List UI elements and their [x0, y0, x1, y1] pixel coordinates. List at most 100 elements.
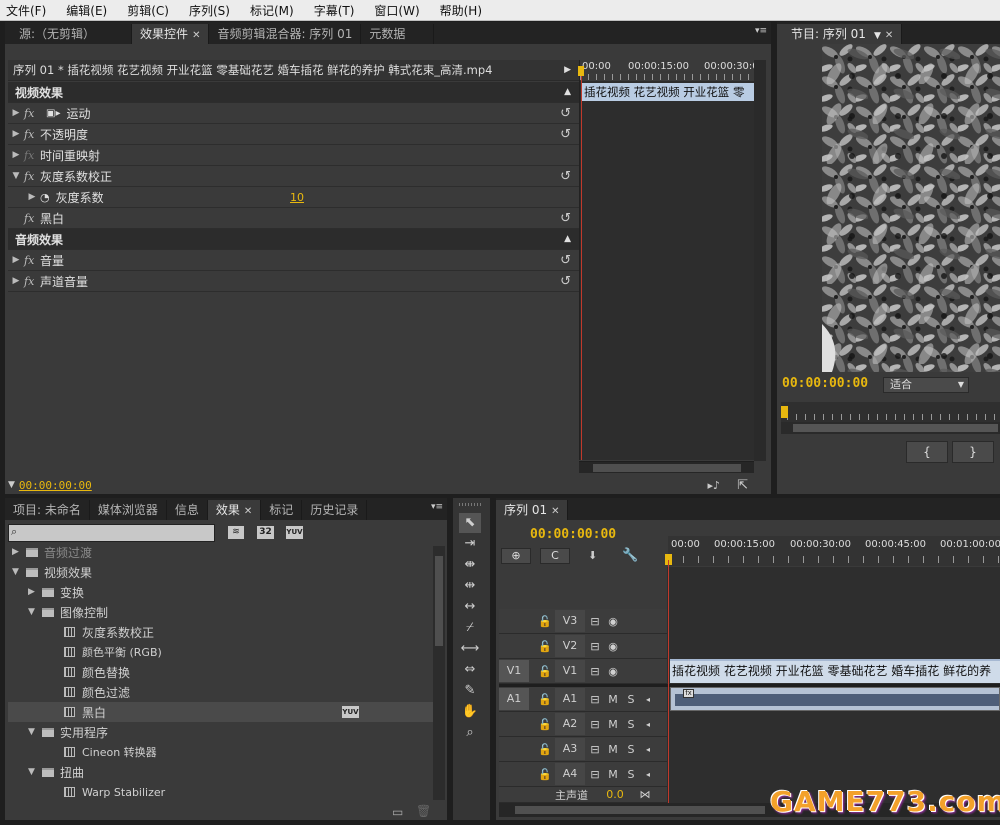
- track-header-master[interactable]: 主声道 0.0 ⋈: [499, 787, 667, 803]
- collapse-icon[interactable]: ▲: [564, 234, 571, 244]
- tree-folder[interactable]: ▼ 视频效果: [8, 562, 433, 582]
- ec-vscroll[interactable]: [754, 60, 766, 461]
- lock-icon[interactable]: 🔓: [535, 768, 555, 781]
- tab-effects[interactable]: 效果 ✕: [207, 500, 262, 520]
- tree-folder[interactable]: ▼ 实用程序: [8, 722, 433, 742]
- reset-icon[interactable]: ↺: [560, 127, 571, 142]
- reset-icon[interactable]: ↺: [560, 274, 571, 289]
- stopwatch-icon[interactable]: ◔: [40, 191, 50, 204]
- mark-in-button[interactable]: {: [906, 441, 948, 463]
- fx-icon[interactable]: fx: [24, 254, 40, 267]
- tab-history[interactable]: 历史记录: [302, 500, 368, 520]
- dropdown-icon[interactable]: ▼: [874, 31, 881, 41]
- mute-button[interactable]: M: [605, 693, 621, 706]
- tab-markers[interactable]: 标记: [261, 500, 303, 520]
- video-clip-v1[interactable]: 插花视频 花艺视频 开业花篮 零基础花艺 婚车插花 鲜花的养: [670, 659, 1000, 683]
- source-patch-v1[interactable]: V1: [499, 660, 529, 682]
- trash-icon[interactable]: 🗑: [416, 804, 431, 818]
- reset-icon[interactable]: ↺: [560, 211, 571, 226]
- snap-button[interactable]: ⊕: [501, 548, 531, 564]
- fit-dropdown[interactable]: 适合 ▼: [883, 377, 969, 393]
- track-header-a1[interactable]: A1 🔓 A1 ⊟ M S ◂: [499, 687, 667, 712]
- menu-clip[interactable]: 剪辑(C): [125, 2, 171, 19]
- lock-icon[interactable]: 🔓: [535, 693, 555, 706]
- tab-metadata[interactable]: 元数据: [361, 24, 435, 44]
- add-marker-icon[interactable]: ⬇: [588, 549, 597, 562]
- expand-icon[interactable]: ▶: [8, 255, 24, 265]
- play-arrow-icon[interactable]: ▶: [564, 65, 571, 75]
- tab-media-browser[interactable]: 媒体浏览器: [90, 500, 167, 520]
- selection-tool-icon[interactable]: ⬉: [459, 513, 481, 533]
- close-icon[interactable]: ✕: [244, 506, 252, 517]
- fx-icon[interactable]: fx: [24, 170, 40, 183]
- tree-effect[interactable]: 颜色平衡 (RGB): [8, 642, 433, 662]
- tree-folder[interactable]: ▼ 图像控制: [8, 602, 433, 622]
- wrench-icon[interactable]: 🔧: [622, 548, 638, 563]
- voiceover-icon[interactable]: ◂: [641, 745, 655, 754]
- mark-out-button[interactable]: }: [952, 441, 994, 463]
- tab-program[interactable]: 节目: 序列 01 ▼ ✕: [777, 24, 903, 44]
- rolling-edit-tool-icon[interactable]: ⇹: [459, 576, 481, 596]
- tree-effect[interactable]: Warp Stabilizer: [8, 782, 433, 800]
- effects-vscroll[interactable]: [433, 546, 445, 800]
- collapse-icon[interactable]: ▼: [12, 567, 26, 577]
- expand-icon[interactable]: ▶: [24, 192, 40, 202]
- export-icon[interactable]: ⇱: [737, 478, 748, 493]
- menu-window[interactable]: 窗口(W): [372, 2, 421, 19]
- tree-effect[interactable]: 颜色过滤: [8, 682, 433, 702]
- fx-icon[interactable]: fx: [24, 275, 40, 288]
- fx-icon[interactable]: fx: [24, 149, 40, 162]
- tab-project[interactable]: 项目: 未命名: [5, 500, 90, 520]
- collapse-icon[interactable]: ▼: [28, 767, 42, 777]
- tab-effect-controls[interactable]: 效果控件 ✕: [132, 24, 210, 44]
- sync-lock-icon[interactable]: ⊟: [585, 743, 605, 756]
- ec-hscroll-thumb[interactable]: [593, 464, 741, 472]
- filter-icon[interactable]: ▼: [8, 480, 15, 490]
- program-scrubber[interactable]: [781, 402, 1000, 422]
- menu-marker[interactable]: 标记(M): [248, 2, 296, 19]
- expand-icon[interactable]: ▶: [12, 547, 26, 557]
- effects-search-input[interactable]: [8, 524, 215, 542]
- effect-row-black-white[interactable]: fx 黑白 ↺: [8, 208, 579, 229]
- mute-button[interactable]: M: [605, 768, 621, 781]
- collapse-icon[interactable]: ▼: [28, 607, 42, 617]
- ec-playhead[interactable]: [581, 68, 582, 460]
- sync-lock-icon[interactable]: ⊟: [585, 693, 605, 706]
- pen-tool-icon[interactable]: ✎: [459, 681, 481, 701]
- master-meter-icon[interactable]: ⋈: [635, 788, 655, 801]
- sync-lock-icon[interactable]: ⊟: [585, 640, 605, 653]
- fx-badge-icon[interactable]: fx: [683, 689, 694, 698]
- expand-icon[interactable]: ▶: [8, 276, 24, 286]
- linked-selection-button[interactable]: C: [540, 548, 570, 564]
- source-patch-a1[interactable]: A1: [499, 688, 529, 710]
- effect-row-channel-volume[interactable]: ▶ fx 声道音量 ↺: [8, 271, 579, 292]
- collapse-icon[interactable]: ▼: [28, 727, 42, 737]
- eye-icon[interactable]: ◉: [605, 640, 621, 653]
- effect-controls-timeline[interactable]: 00:00 00:00:15:00 00:00:30:00 插花视频 花艺视频 …: [578, 60, 765, 460]
- track-header-v2[interactable]: 🔓 V2 ⊟ ◉: [499, 634, 667, 659]
- tab-audio-clip-mixer[interactable]: 音频剪辑混合器: 序列 01: [209, 24, 362, 44]
- ripple-edit-tool-icon[interactable]: ⇼: [459, 555, 481, 575]
- tree-effect[interactable]: Cineon 转换器: [8, 742, 433, 762]
- lock-icon[interactable]: 🔓: [535, 665, 555, 678]
- close-icon[interactable]: ✕: [551, 506, 559, 517]
- tree-effect[interactable]: 灰度系数校正: [8, 622, 433, 642]
- menu-edit[interactable]: 编辑(E): [64, 2, 109, 19]
- voiceover-icon[interactable]: ◂: [641, 720, 655, 729]
- hand-tool-icon[interactable]: ✋: [459, 702, 481, 722]
- zoom-tool-icon[interactable]: ⌕: [459, 723, 481, 743]
- track-header-a2[interactable]: 🔓 A2 ⊟ M S ◂: [499, 712, 667, 737]
- ec-playhead-handle[interactable]: [578, 66, 584, 76]
- expand-icon[interactable]: ▶: [8, 150, 24, 160]
- program-timecode[interactable]: 00:00:00:00: [782, 376, 868, 391]
- menu-help[interactable]: 帮助(H): [438, 2, 484, 19]
- tree-folder[interactable]: ▼ 扭曲: [8, 762, 433, 782]
- program-video-frame[interactable]: [822, 44, 1000, 372]
- solo-button[interactable]: S: [621, 718, 641, 731]
- effect-row-motion[interactable]: ▶ fx ▣▸ 运动 ↺: [8, 103, 579, 124]
- track-select-tool-icon[interactable]: ⇥: [459, 534, 481, 554]
- panel-menu-icon[interactable]: ▾≡: [431, 502, 443, 512]
- effect-row-gamma[interactable]: ▼ fx 灰度系数校正 ↺: [8, 166, 579, 187]
- tree-folder[interactable]: ▶ 音频过渡: [8, 542, 433, 562]
- fx-icon[interactable]: fx: [24, 128, 40, 141]
